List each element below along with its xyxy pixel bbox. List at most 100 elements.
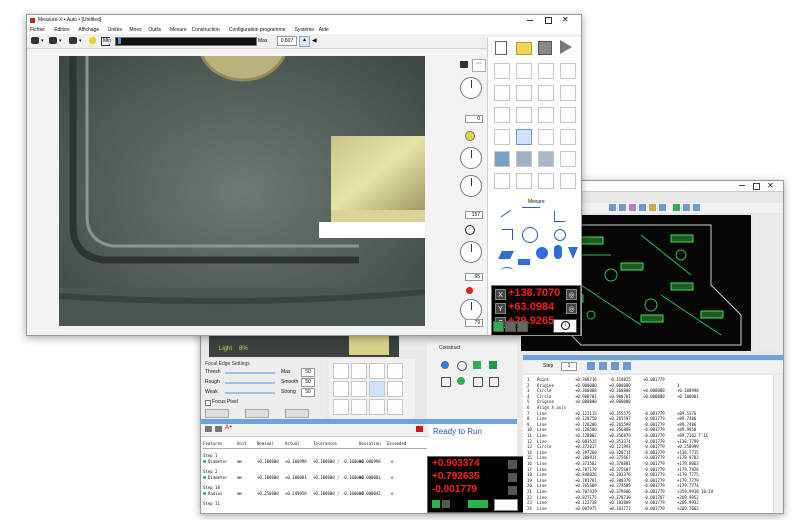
results-row[interactable]: 13 Circle +0.372017 +0.121993 -0.001779 +0.25… — [527, 444, 771, 449]
results-view-icon[interactable] — [623, 362, 631, 370]
cad-tool-icon[interactable] — [659, 204, 666, 211]
dots-grid-icon[interactable] — [494, 107, 510, 123]
cad-tool-icon[interactable] — [693, 204, 700, 211]
tool-arc-icon[interactable] — [387, 363, 403, 379]
move-icon[interactable] — [516, 63, 532, 79]
close-icon[interactable]: ✕ — [562, 15, 569, 24]
results-row[interactable]: 10 Line +0.128500 +0.356888 -0.001779 +89.995… — [527, 427, 771, 432]
focus-row-value[interactable]: 50 — [301, 368, 315, 377]
text-size-icon[interactable]: A+ — [225, 425, 233, 431]
angle-2-icon[interactable] — [502, 229, 513, 240]
sphere-icon[interactable] — [536, 247, 548, 259]
x-zero-button[interactable]: ◎ — [566, 289, 577, 300]
results-row[interactable]: 6 Align X axis — [527, 405, 771, 410]
circle-points-icon[interactable] — [516, 129, 532, 145]
dropdown-arrow-icon[interactable]: ▾ — [79, 38, 82, 44]
results-step-input[interactable]: 1 — [561, 362, 577, 371]
search-icon[interactable] — [516, 173, 532, 189]
plane-icon[interactable] — [498, 251, 514, 259]
results-row[interactable]: 20 Line +0.765609 +0.379509 -0.001779 +179.77… — [527, 483, 771, 488]
save-icon[interactable] — [538, 41, 552, 55]
corner-icon[interactable] — [538, 85, 554, 101]
tool-target-icon[interactable] — [369, 363, 385, 379]
results-row[interactable]: 17 Line +0.787178 +0.375607 -0.001779 +179.79… — [527, 467, 771, 472]
results-row[interactable]: 11 Line +0.128802 +0.356879 -0.001779 +89.716… — [527, 433, 771, 438]
y-zero-button[interactable]: ◎ — [566, 303, 577, 314]
up-arrow-button[interactable]: ▲ — [299, 36, 310, 47]
distance-icon[interactable] — [522, 207, 540, 222]
probe-icon[interactable] — [494, 173, 510, 189]
results-row[interactable]: 16 Line +0.373562 +0.378881 -0.001779 +178.80… — [527, 461, 771, 466]
menu-item[interactable]: Aide — [319, 27, 329, 33]
x-axis-button[interactable]: X — [495, 289, 506, 300]
edge-icon[interactable] — [516, 85, 532, 101]
cross-target-icon[interactable] — [494, 129, 510, 145]
construct-angle-icon[interactable] — [473, 377, 483, 387]
menu-item[interactable]: Edition — [54, 27, 69, 33]
laser-icon[interactable] — [560, 173, 576, 189]
focus-slider[interactable] — [225, 372, 275, 374]
table-row[interactable]: Step 1 Diameter mm +0.100000 +0.100998 +… — [203, 453, 427, 465]
results-row[interactable]: 12 Line +0.083515 +0.353374 -0.001779 +138.77… — [527, 439, 771, 444]
cad-tool-icon[interactable] — [673, 204, 680, 211]
results-row[interactable]: 5 Origine +0.000000 +0.000000 — [527, 399, 771, 404]
focus-point-option[interactable]: Focus Pixel — [205, 399, 265, 406]
focus-slider[interactable] — [225, 392, 275, 394]
bars-icon[interactable] — [518, 247, 530, 265]
rotate-icon[interactable] — [522, 227, 538, 243]
stage-dial-3[interactable] — [460, 175, 482, 197]
table-row[interactable]: Step 2 Diameter mm +0.100000 +0.100001 +… — [203, 469, 427, 481]
menu-item[interactable]: Système — [295, 27, 314, 33]
cone-icon[interactable] — [568, 247, 578, 259]
hash-icon[interactable] — [538, 63, 554, 79]
dial-value-1[interactable]: 157 — [465, 211, 483, 219]
cad-tool-icon[interactable] — [619, 204, 626, 211]
red-cross-icon[interactable] — [560, 129, 576, 145]
refresh-icon[interactable] — [465, 225, 475, 235]
focus-button-1[interactable] — [205, 409, 229, 418]
results-row[interactable]: 15 Line +0.380911 +0.375667 -0.001779 +178.97… — [527, 455, 771, 460]
menu-item[interactable]: Mires — [129, 27, 141, 33]
dro-ok-button[interactable] — [493, 321, 504, 332]
open-folder-icon[interactable] — [516, 42, 532, 55]
stage-dial-2[interactable] — [460, 147, 482, 169]
rear-dro-axis-icon[interactable] — [508, 473, 517, 482]
results-scrollbar[interactable] — [773, 375, 782, 513]
results-view-icon[interactable] — [611, 362, 619, 370]
rear-dro-axis-icon[interactable] — [508, 460, 517, 469]
printer-icon[interactable] — [460, 61, 468, 68]
play-icon[interactable] — [560, 40, 572, 54]
menu-item[interactable]: Mesure — [170, 27, 187, 33]
tool-box-icon[interactable] — [387, 381, 403, 397]
rear-dro-green-button[interactable] — [468, 500, 488, 508]
results-row[interactable]: 2 Origine +0.000000 +0.000000 1 — [527, 383, 771, 388]
menu-item[interactable]: Construction — [192, 27, 220, 33]
focus-point-checkbox[interactable] — [205, 400, 211, 406]
circle-hatch-icon[interactable] — [516, 107, 532, 123]
zoom-slider[interactable] — [115, 37, 257, 46]
tool-line-icon[interactable] — [351, 381, 367, 397]
cad-tool-icon[interactable] — [639, 204, 646, 211]
height-icon[interactable] — [538, 151, 554, 167]
curve-icon[interactable] — [500, 267, 514, 276]
minimize-icon[interactable] — [527, 20, 533, 21]
results-row[interactable]: 8 Line +0.128750 +0.265597 -0.001779 +89.7486 — [527, 416, 771, 421]
red-flag-icon[interactable] — [416, 426, 423, 432]
close-icon[interactable]: ✕ — [767, 181, 774, 190]
table-row[interactable]: Step 10 Radius mm +0.250000 +0.249958 +0… — [203, 485, 427, 497]
probe-red-icon[interactable] — [538, 173, 554, 189]
menu-item[interactable]: Outils — [148, 27, 161, 33]
red-light-icon[interactable] — [466, 287, 473, 294]
results-row[interactable]: 1 Point +0.368716 -0.319825 +0.001779 — [527, 377, 771, 382]
construct-sphere-icon[interactable] — [457, 377, 465, 385]
dropdown-arrow-icon[interactable]: ▾ — [41, 38, 44, 44]
maximize-icon[interactable] — [545, 17, 552, 24]
more-options-icon[interactable]: ⋯ — [472, 59, 486, 72]
minimize-icon[interactable] — [739, 185, 745, 186]
export-icon[interactable] — [215, 426, 222, 432]
dropdown-arrow-icon[interactable]: ▾ — [59, 38, 62, 44]
results-view-icon[interactable] — [587, 362, 595, 370]
target-circle-icon[interactable] — [560, 63, 576, 79]
print-icon[interactable] — [205, 426, 212, 432]
results-row[interactable]: 23 Line +0.122738 +0.183889 -0.001779 +269.99… — [527, 500, 771, 505]
